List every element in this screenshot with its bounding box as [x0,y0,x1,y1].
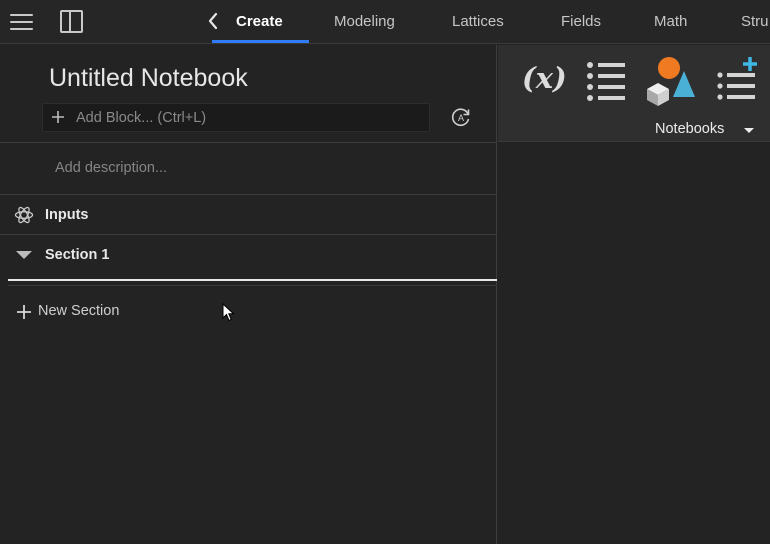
notebooks-dropdown[interactable]: Notebooks [655,121,724,137]
chevron-down-icon[interactable] [744,128,754,133]
divider [0,194,497,195]
divider [0,142,497,143]
variable-icon[interactable]: (x) [522,61,567,95]
caret-down-icon[interactable] [16,251,32,259]
inputs-header[interactable]: Inputs [45,207,89,223]
top-bar: Create Modeling Lattices Fields Math Str… [0,0,770,44]
new-section-label: New Section [38,303,120,319]
active-tab-indicator [212,40,309,43]
notebook-toolbar: (x) Notebooks [498,45,770,142]
tab-modeling[interactable]: Modeling [334,13,395,30]
plus-icon [17,305,31,319]
tab-create[interactable]: Create [236,13,283,30]
svg-text:A: A [458,113,464,123]
tab-lattices[interactable]: Lattices [452,13,504,30]
divider [0,234,497,235]
notebook-panel: Untitled Notebook Add Block... (Ctrl+L) … [0,45,497,544]
list-icon[interactable] [584,59,628,103]
add-list-icon[interactable] [714,55,762,103]
section-title[interactable]: Section 1 [45,247,109,263]
canvas-area[interactable] [498,143,770,544]
chevron-left-icon[interactable] [205,11,221,31]
section-underline [8,279,497,281]
mouse-cursor-icon [222,303,235,322]
shapes-icon[interactable] [644,55,698,107]
hamburger-icon[interactable] [10,12,34,32]
tab-fields[interactable]: Fields [561,13,601,30]
panel-toggle-icon[interactable] [60,10,83,33]
add-block-input[interactable]: Add Block... (Ctrl+L) [42,103,430,132]
atom-icon [14,206,34,224]
add-block-placeholder: Add Block... (Ctrl+L) [76,110,207,126]
tab-math[interactable]: Math [654,13,687,30]
section-divider [8,285,497,286]
auto-refresh-icon[interactable]: A [450,106,472,128]
notebook-title[interactable]: Untitled Notebook [49,64,248,93]
description-field[interactable]: Add description... [55,160,167,176]
plus-icon [52,111,64,123]
tab-structures[interactable]: Stru [741,13,769,30]
